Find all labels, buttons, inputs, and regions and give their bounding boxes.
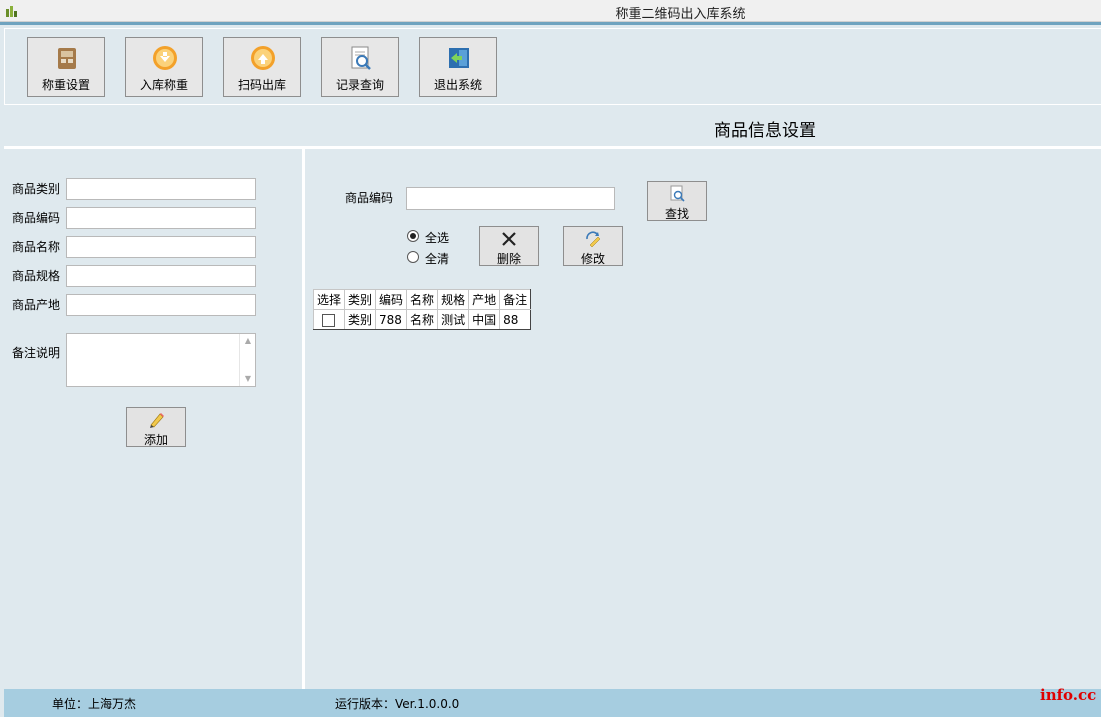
status-version: 运行版本：Ver.1.0.0.0 [335,697,460,711]
toolbar-divider [4,104,1101,105]
notes-label: 备注说明 [12,346,61,360]
clear-all-label: 全清 [425,252,450,266]
toolbar: 称重设置 入库称重 扫码出库 记录查询 退出系统 [4,28,1101,104]
status-unit: 单位：上海万杰 [52,697,137,711]
scan-outbound-button[interactable]: 扫码出库 [223,37,301,97]
delete-button[interactable]: 删除 [479,226,539,266]
close-icon [502,232,516,246]
notes-textarea[interactable]: ▲ ▼ [66,333,256,387]
column-header-category[interactable]: 类别 [344,289,377,310]
scroll-down-icon[interactable]: ▼ [243,375,253,383]
table-cell[interactable]: 中国 [468,309,501,330]
category-input[interactable] [66,178,256,200]
record-query-button[interactable]: 记录查询 [321,37,399,97]
search-code-label: 商品编码 [345,191,394,205]
weigh-settings-label: 称重设置 [41,78,90,92]
column-header-name[interactable]: 名称 [406,289,439,310]
find-label: 查找 [664,207,689,221]
exit-system-label: 退出系统 [433,78,482,92]
code-input[interactable] [66,207,256,229]
scroll-up-icon[interactable]: ▲ [243,337,253,345]
add-label: 添加 [143,433,168,447]
origin-label: 商品产地 [12,298,61,312]
window-title: 称重二维码出入库系统 [615,7,746,22]
exit-door-icon [449,48,469,68]
table-cell[interactable]: 名称 [406,309,439,330]
column-header-origin[interactable]: 产地 [468,289,501,310]
table-header-row: 选择 类别 编码 名称 规格 产地 备注 [312,289,532,310]
table-cell[interactable]: 类别 [344,309,377,330]
watermark: info.cc [1040,686,1097,704]
search-code-input[interactable] [406,187,615,210]
scale-settings-icon [58,48,76,69]
table-cell[interactable]: 88 [499,309,532,330]
select-all-label: 全选 [425,231,450,245]
name-input[interactable] [66,236,256,258]
edit-refresh-icon [586,231,601,248]
inbound-weighing-label: 入库称重 [139,78,188,92]
category-label: 商品类别 [12,182,61,196]
pencil-icon [150,413,164,428]
notes-scrollbar[interactable]: ▲ ▼ [239,334,255,386]
arrow-up-circle-icon [251,46,275,70]
scan-outbound-label: 扫码出库 [237,78,286,92]
select-all-radio-dot[interactable] [407,230,419,242]
search-document-icon [670,185,685,202]
record-query-label: 记录查询 [335,78,384,92]
clear-all-radio-dot[interactable] [407,251,419,263]
row-select-cell[interactable] [312,309,346,330]
table-cell[interactable]: 788 [375,309,408,330]
column-header-notes[interactable]: 备注 [499,289,532,310]
arrow-down-circle-icon [153,46,177,70]
spec-label: 商品规格 [12,269,61,283]
weigh-settings-button[interactable]: 称重设置 [27,37,105,97]
find-button[interactable]: 查找 [647,181,707,221]
edit-button[interactable]: 修改 [563,226,623,266]
edit-label: 修改 [580,252,605,266]
code-label: 商品编码 [12,211,61,225]
spec-input[interactable] [66,265,256,287]
exit-system-button[interactable]: 退出系统 [419,37,497,97]
product-table: 选择 类别 编码 名称 规格 产地 备注 类别 788 名称 测试 中国 88 [312,289,532,330]
title-bar: 称重二维码出入库系统 [0,0,1101,22]
product-list-panel: 商品编码 查找 全选 全清 删除 修改 选择 类别 编码 名称 规格 产地 备注… [305,149,1101,689]
origin-input[interactable] [66,294,256,316]
section-title: 商品信息设置 [714,121,816,141]
table-row[interactable]: 类别 788 名称 测试 中国 88 [312,309,532,330]
inbound-weighing-button[interactable]: 入库称重 [125,37,203,97]
column-header-spec[interactable]: 规格 [437,289,470,310]
add-button[interactable]: 添加 [126,407,186,447]
title-accent-line [0,22,1101,25]
row-checkbox[interactable] [322,313,335,327]
status-bar: 单位：上海万杰 运行版本：Ver.1.0.0.0 [4,689,1101,717]
product-form-panel: 商品类别 商品编码 商品名称 商品规格 商品产地 备注说明 ▲ ▼ 添加 [4,149,302,689]
name-label: 商品名称 [12,240,61,254]
table-cell[interactable]: 测试 [437,309,470,330]
delete-label: 删除 [496,252,521,266]
column-header-code[interactable]: 编码 [375,289,408,310]
magnifier-document-icon [351,46,371,70]
column-header-select[interactable]: 选择 [312,289,346,310]
